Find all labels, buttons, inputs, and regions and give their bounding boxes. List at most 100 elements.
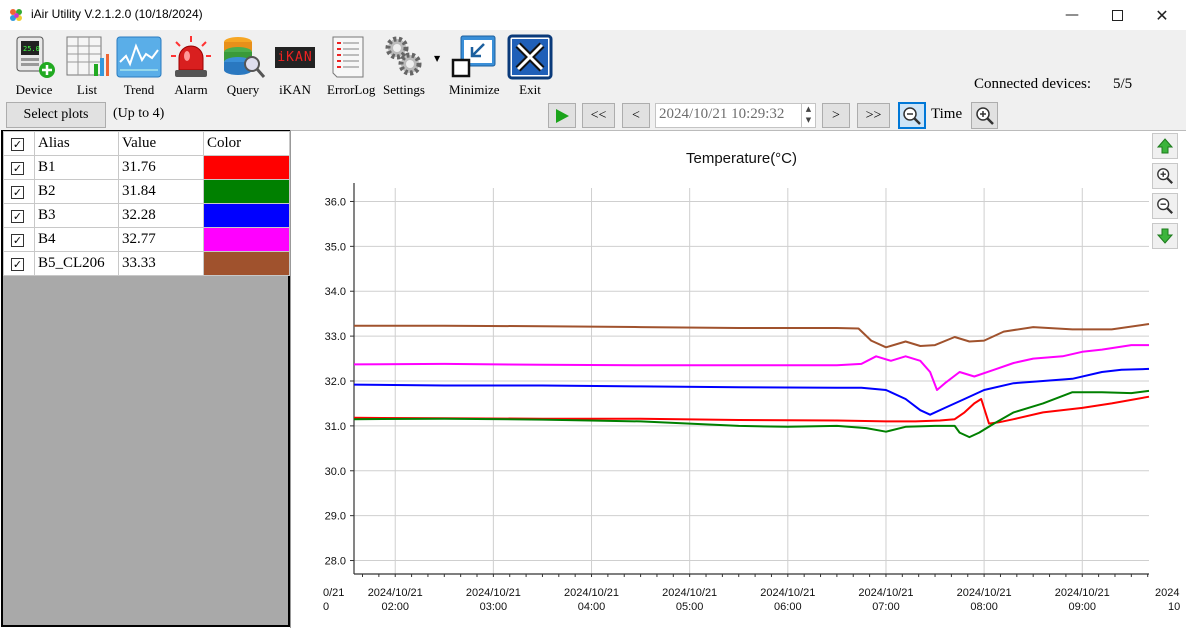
time-zoom-in-button[interactable] (971, 102, 998, 129)
maximize-window-button[interactable] (1094, 0, 1140, 30)
errorlog-icon (332, 36, 364, 78)
value-zoom-in-button[interactable] (1152, 163, 1178, 189)
last-button[interactable]: >> (857, 103, 890, 128)
color-swatch[interactable] (203, 227, 290, 252)
color-swatch[interactable] (203, 251, 290, 276)
datetime-picker[interactable]: 2024/10/21 10:29:32 ▲ ▼ (655, 103, 816, 128)
row-select-cell[interactable]: ✓ (3, 179, 35, 204)
alarm-label: Alarm (174, 82, 208, 97)
row-select-cell[interactable]: ✓ (3, 155, 35, 180)
alias-cell: B4 (34, 227, 119, 252)
color-swatch[interactable] (203, 179, 290, 204)
chart-title: Temperature(°C) (686, 150, 797, 167)
table-row[interactable]: ✓ B2 31.84 (3, 179, 290, 204)
zoom-in-icon (1157, 168, 1173, 184)
svg-text:25.0: 25.0 (23, 45, 40, 53)
arrow-down-icon (1156, 228, 1174, 244)
minimize-button[interactable]: Minimize (449, 34, 500, 98)
close-window-button[interactable]: ✕ (1139, 0, 1185, 30)
row-select-cell[interactable]: ✓ (3, 251, 35, 276)
x-tick-date-label: 2024/10/21 (760, 587, 815, 599)
ikan-led-text: iKAN (275, 46, 315, 68)
x-tick-date-label: 2024/10/21 (957, 587, 1012, 599)
x-tick-date-label: 2024/10/21 (564, 587, 619, 599)
table-row[interactable]: ✓ B3 32.28 (3, 203, 290, 228)
series-line-b4 (353, 344, 1149, 391)
scroll-up-button[interactable] (1152, 133, 1178, 159)
row-select-cell[interactable]: ✓ (3, 203, 35, 228)
minimize-window-button[interactable]: — (1049, 0, 1095, 30)
y-tick-label: 32.0 (325, 376, 346, 388)
exit-button[interactable]: Exit (507, 34, 553, 98)
close-icon: ✕ (1155, 5, 1169, 25)
next-button[interactable]: > (822, 103, 850, 128)
time-zoom-out-button[interactable] (898, 102, 926, 129)
first-button[interactable]: << (582, 103, 615, 128)
alias-header: Alias (34, 131, 119, 156)
row-checkbox[interactable]: ✓ (11, 258, 24, 271)
datetime-spinner[interactable]: ▲ ▼ (801, 104, 815, 127)
x-tick-time-label: 03:00 (480, 601, 508, 613)
ikan-button[interactable]: iKAN iKAN (272, 34, 318, 98)
plot-limit-note: (Up to 4) (113, 106, 165, 121)
device-button[interactable]: 25.0 Device (11, 34, 57, 98)
exit-icon (507, 34, 553, 80)
y-tick-label: 31.0 (325, 421, 346, 433)
table-row[interactable]: ✓ B5_CL206 33.33 (3, 251, 290, 276)
y-tick-label: 36.0 (325, 196, 346, 208)
color-swatch[interactable] (203, 203, 290, 228)
select-plots-button[interactable]: Select plots (6, 102, 106, 128)
device-label: Device (15, 82, 53, 97)
x-tick-time-label: 09:00 (1068, 601, 1096, 613)
query-label: Query (226, 82, 260, 97)
ikan-icon: iKAN (272, 34, 318, 80)
settings-button[interactable]: Settings (381, 34, 427, 98)
alarm-button[interactable]: Alarm (168, 34, 214, 98)
y-tick-label: 30.0 (325, 466, 346, 478)
x-edge-label-left: 0 (323, 601, 329, 613)
datetime-value: 2024/10/21 10:29:32 (659, 106, 785, 122)
row-checkbox[interactable]: ✓ (11, 210, 24, 223)
title-bar: iAir Utility V.2.1.2.0 (10/18/2024) — ✕ (0, 0, 1186, 30)
errorlog-button[interactable]: ErrorLog (327, 34, 375, 98)
list-button[interactable]: List (64, 34, 110, 98)
x-tick-date-label: 2024/10/21 (466, 587, 521, 599)
select-all-cell[interactable]: ✓ (3, 131, 35, 156)
play-button[interactable] (548, 103, 576, 128)
connected-devices-count: 5/5 (1113, 76, 1133, 92)
table-row[interactable]: ✓ B1 31.76 (3, 155, 290, 180)
trend-label: Trend (123, 82, 155, 97)
x-tick-time-label: 07:00 (872, 601, 900, 613)
table-header-row: ✓ Alias Value Color (3, 131, 290, 156)
previous-button[interactable]: < (622, 103, 650, 128)
app-logo-icon (10, 9, 22, 21)
value-cell: 33.33 (118, 251, 204, 276)
scroll-down-button[interactable] (1152, 223, 1178, 249)
color-swatch[interactable] (203, 155, 290, 180)
row-checkbox[interactable]: ✓ (11, 162, 24, 175)
x-tick-time-label: 06:00 (774, 601, 802, 613)
value-zoom-out-button[interactable] (1152, 193, 1178, 219)
row-checkbox[interactable]: ✓ (11, 234, 24, 247)
arrow-up-icon (1156, 138, 1174, 154)
window-title: iAir Utility V.2.1.2.0 (10/18/2024) (31, 7, 203, 21)
value-cell: 32.28 (118, 203, 204, 228)
toolbar: 25.0 Device List Trend Alarm Query iKAN … (0, 30, 1186, 100)
trend-button[interactable]: Trend (116, 34, 162, 98)
settings-dropdown-icon[interactable]: ▼ (434, 54, 440, 63)
y-tick-label: 35.0 (325, 241, 346, 253)
row-checkbox[interactable]: ✓ (11, 186, 24, 199)
alias-cell: B2 (34, 179, 119, 204)
x-tick-time-label: 04:00 (578, 601, 606, 613)
temperature-chart[interactable]: Temperature(°C) 28.0 29.0 30.0 31.0 32.0 33.0 3… (291, 131, 1186, 628)
connected-devices-label: Connected devices: (974, 76, 1092, 92)
x-tick-time-label: 02:00 (381, 601, 409, 613)
color-header: Color (203, 131, 290, 156)
row-select-cell[interactable]: ✓ (3, 227, 35, 252)
table-row[interactable]: ✓ B4 32.77 (3, 227, 290, 252)
value-header: Value (118, 131, 204, 156)
x-tick-time-label: 05:00 (676, 601, 704, 613)
errorlog-label: ErrorLog (327, 82, 376, 97)
query-button[interactable]: Query (220, 34, 266, 98)
select-all-checkbox[interactable]: ✓ (11, 138, 24, 151)
